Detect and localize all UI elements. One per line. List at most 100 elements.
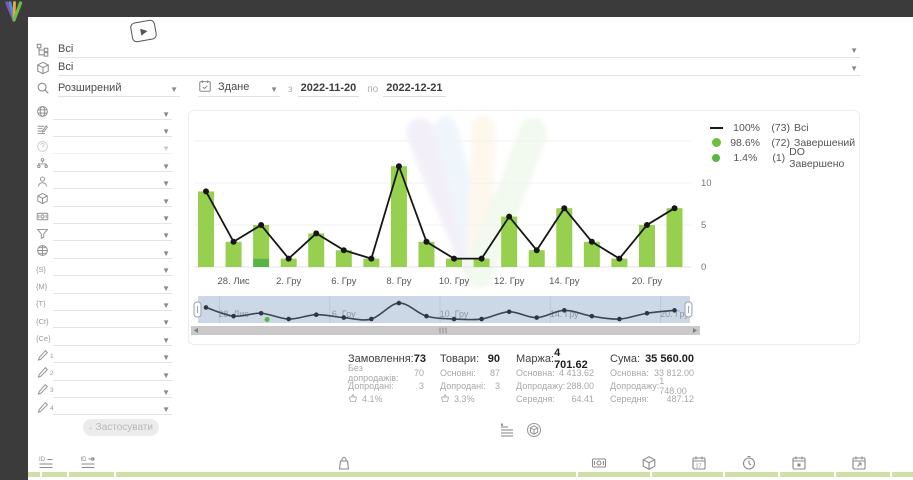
filter-row-category: Всі ▼ xyxy=(36,61,860,76)
legend-line-swatch xyxy=(710,127,723,129)
id-assign-icon[interactable]: ID xyxy=(80,455,96,471)
legend-percent: 98.6% xyxy=(727,137,760,149)
grid-header-segment[interactable] xyxy=(725,472,778,477)
legend-count: (1) xyxy=(761,152,785,164)
grid-header-segment[interactable] xyxy=(69,472,114,477)
chevron-down-icon: ▼ xyxy=(162,285,172,293)
globe-grid-icon xyxy=(36,244,49,259)
svg-text:10. Гру: 10. Гру xyxy=(439,276,470,287)
stat-basket-row: 4.1% xyxy=(348,392,424,405)
funnel-icon xyxy=(36,227,49,242)
chevron-down-icon: ▼ xyxy=(162,111,172,119)
apply-button-label: Застосувати xyxy=(96,422,153,433)
legend-dot-swatch xyxy=(712,154,720,162)
legend-item[interactable]: 1.4%(1)DO Завершено xyxy=(709,150,857,165)
filter-row-pencil-1[interactable]: 1▼ xyxy=(36,347,172,364)
filter-row-pencil-2[interactable]: 2▼ xyxy=(36,365,172,382)
filter-row-question[interactable]: ▼ xyxy=(36,139,172,156)
token-m-icon: {M} xyxy=(36,282,47,291)
grid-header-segment[interactable] xyxy=(652,472,723,477)
date-to-input[interactable]: 2022-12-21 xyxy=(383,82,445,97)
chevron-down-icon: ▼ xyxy=(162,354,172,362)
svg-text:0: 0 xyxy=(701,262,706,273)
grid-header-segment[interactable] xyxy=(892,472,913,477)
box-icon xyxy=(36,192,49,207)
filter-row-globe-grid[interactable]: ▼ xyxy=(36,243,172,260)
stat-subrow: Середня:64.41 xyxy=(516,392,594,405)
clock-icon[interactable] xyxy=(741,455,757,471)
pencil-4-icon xyxy=(36,401,49,416)
brand-logo[interactable] xyxy=(2,0,26,24)
stat-title: Сума: xyxy=(610,353,640,365)
svg-text:ID: ID xyxy=(39,457,46,463)
chart-bars-icon xyxy=(89,423,92,433)
filter-panel: ▼▼▼▼▼▼▼▼▼{S}▼{M}▼{T}▼{Ct}▼{Ce}▼1▼2▼3▼4▼ xyxy=(36,104,172,417)
chevron-down-icon: ▼ xyxy=(162,145,172,153)
filter-row-person[interactable]: ▼ xyxy=(36,174,172,191)
svg-text:8. Гру: 8. Гру xyxy=(386,276,411,287)
stat-subrow: Основні:87 xyxy=(440,366,500,379)
grid-header-segment[interactable] xyxy=(780,472,834,477)
chevron-down-icon: ▼ xyxy=(162,232,172,240)
grid-header-segment[interactable] xyxy=(28,472,40,477)
person-icon xyxy=(36,175,49,190)
stat-column: Товари:90Основні:87Допродані:33.3% xyxy=(440,351,500,405)
basket-percent: 4.1% xyxy=(362,394,383,404)
date-from-label: з xyxy=(288,84,293,95)
filter-row-box[interactable]: ▼ xyxy=(36,191,172,208)
source-select[interactable]: Всі ▼ xyxy=(58,43,860,58)
grid-header-segment[interactable] xyxy=(42,472,67,477)
stat-value: 90 xyxy=(488,353,500,365)
filter-row-token-ct[interactable]: {Ct}▼ xyxy=(36,313,172,330)
filter-row-token-s[interactable]: {S}▼ xyxy=(36,261,172,278)
grid-header-segment[interactable] xyxy=(116,472,576,477)
date-mode-select[interactable]: Здане ▼ xyxy=(198,79,280,97)
filter-row-globe[interactable]: ▼ xyxy=(36,104,172,121)
filter-row-edit-list[interactable]: ▼ xyxy=(36,121,172,138)
box-icon[interactable] xyxy=(641,455,657,471)
stat-subrow: Допродажу:1 748.00 xyxy=(610,379,694,392)
date-to-label: по xyxy=(367,84,378,95)
chevron-down-icon: ▼ xyxy=(162,250,172,258)
token-ce-icon: {Ce} xyxy=(36,334,51,343)
legend-item[interactable]: 100%(73)Всі xyxy=(709,120,857,135)
token-s-icon: {S} xyxy=(36,265,46,274)
globe-icon xyxy=(36,105,49,120)
grid-header-segment[interactable] xyxy=(578,472,650,477)
bag-icon[interactable] xyxy=(336,455,352,471)
svg-text:5: 5 xyxy=(701,220,706,231)
filter-row-money[interactable]: ▼ xyxy=(36,208,172,225)
apply-button[interactable]: Застосувати xyxy=(83,419,159,436)
chevron-down-icon: ▼ xyxy=(162,163,172,171)
line-all-orders xyxy=(206,166,675,258)
legend-dot-swatch xyxy=(712,138,721,147)
grid-header-segment[interactable] xyxy=(836,472,890,477)
calendar-17-icon[interactable]: 17 xyxy=(691,455,707,471)
filter-row-org-tree[interactable]: ▼ xyxy=(36,156,172,173)
category-select[interactable]: Всі ▼ xyxy=(58,61,860,76)
category-select-value: Всі xyxy=(58,61,73,73)
money-icon[interactable] xyxy=(591,455,607,471)
report-list-icon[interactable] xyxy=(499,422,515,438)
source-select-value: Всі xyxy=(58,43,73,55)
svg-text:14. Гру: 14. Гру xyxy=(549,276,580,287)
chevron-down-icon: ▼ xyxy=(162,302,172,310)
stat-subrow: Середня:487.12 xyxy=(610,392,694,405)
filter-row-pencil-3[interactable]: 3▼ xyxy=(36,382,172,399)
filter-row-token-t[interactable]: {T}▼ xyxy=(36,295,172,312)
calendar-export-icon[interactable] xyxy=(851,455,867,471)
box-circle-icon[interactable] xyxy=(526,422,542,438)
orders-chart-card: 051028. Лис2. Гру6. Гру8. Гру10. Гру12. … xyxy=(188,110,860,345)
chevron-down-icon: ▼ xyxy=(170,86,180,94)
stat-column: Замовлення:73Без допродажів:70Допродані:… xyxy=(348,351,424,405)
tutorial-video-icon[interactable]: ▶ xyxy=(129,19,157,43)
filter-row-token-ce[interactable]: {Ce}▼ xyxy=(36,330,172,347)
date-from-input[interactable]: 2022-11-20 xyxy=(298,82,360,97)
calendar-solid-icon[interactable] xyxy=(791,455,807,471)
search-mode-select[interactable]: Розширений ▼ xyxy=(58,82,180,97)
filter-row-pencil-4[interactable]: 4▼ xyxy=(36,400,172,417)
id-list-icon[interactable]: ID xyxy=(38,455,54,471)
filter-row-token-m[interactable]: {M} ▼ xyxy=(36,278,172,295)
legend-percent: 1.4% xyxy=(727,152,757,164)
filter-row-funnel[interactable]: ▼ xyxy=(36,226,172,243)
